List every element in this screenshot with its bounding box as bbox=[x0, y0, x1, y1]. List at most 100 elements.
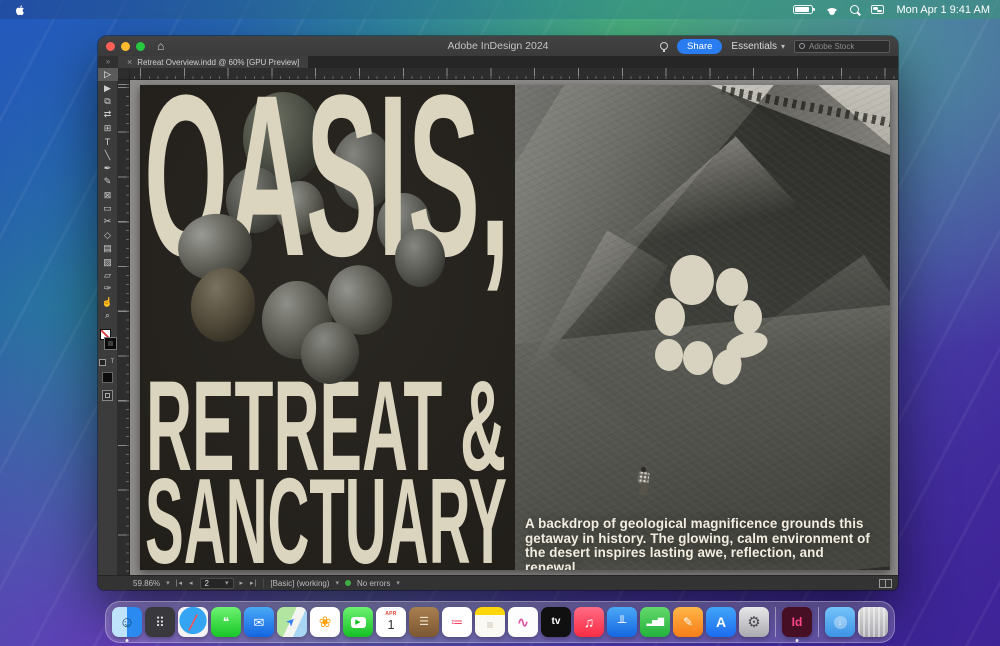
dock-keynote[interactable]: ╨ bbox=[607, 607, 637, 637]
scissors-tool[interactable]: ✂ bbox=[98, 215, 118, 228]
zoom-window-button[interactable] bbox=[136, 42, 145, 51]
dock-music[interactable]: ♫ bbox=[574, 607, 604, 637]
dock-notes[interactable]: ≡ bbox=[475, 607, 505, 637]
next-page-button[interactable]: ▸ bbox=[240, 579, 245, 587]
dock-separator[interactable] bbox=[775, 607, 776, 637]
dock-launchpad[interactable]: ⠿ bbox=[145, 607, 175, 637]
stroke-swatch[interactable] bbox=[105, 338, 116, 349]
zoom-tool[interactable]: ⌕ bbox=[98, 309, 118, 322]
battery-icon[interactable] bbox=[793, 5, 813, 14]
home-icon[interactable]: ⌂ bbox=[157, 40, 164, 52]
dock-appstore[interactable]: A bbox=[706, 607, 736, 637]
preflight-errors-label[interactable]: No errors bbox=[357, 579, 390, 588]
dock-separator[interactable] bbox=[818, 607, 819, 637]
errors-chevron-icon[interactable]: ▾ bbox=[396, 579, 400, 587]
gap-tool[interactable]: ⇄ bbox=[98, 108, 118, 121]
close-tab-icon[interactable]: × bbox=[127, 57, 132, 67]
tab-overflow-icon[interactable]: » bbox=[98, 56, 118, 68]
vertical-ruler[interactable] bbox=[118, 80, 130, 575]
logo-pebble-dot bbox=[655, 298, 685, 336]
gradient-swatch-tool[interactable]: ▤ bbox=[98, 242, 118, 255]
close-window-button[interactable] bbox=[106, 42, 115, 51]
document-canvas[interactable]: OASIS, RETREAT & SANCTUARY bbox=[130, 80, 898, 575]
apple-menu-icon[interactable] bbox=[14, 4, 26, 16]
dock-mail[interactable]: ✉ bbox=[244, 607, 274, 637]
window-titlebar[interactable]: ⌂ Adobe InDesign 2024 Share Essentials ▾… bbox=[98, 36, 898, 56]
direct-selection-tool[interactable]: ▶ bbox=[98, 81, 118, 94]
dock-messages[interactable]: ❝ bbox=[211, 607, 241, 637]
line-tool[interactable]: ╲ bbox=[98, 148, 118, 161]
menu-bar-clock[interactable]: Mon Apr 1 9:41 AM bbox=[896, 4, 990, 16]
selection-tool[interactable]: ▷ bbox=[98, 68, 118, 81]
format-container-icon[interactable] bbox=[99, 359, 106, 366]
dock-contacts[interactable]: ☰ bbox=[409, 607, 439, 637]
dock-indesign[interactable]: Id bbox=[782, 607, 812, 637]
dock-maps[interactable]: ➤ bbox=[277, 607, 307, 637]
zoom-chevron-icon[interactable]: ▾ bbox=[166, 579, 170, 587]
dock-appletv[interactable]: tv bbox=[541, 607, 571, 637]
dock-finder[interactable]: ☺ bbox=[112, 607, 142, 637]
logo-pebble-dot bbox=[655, 339, 683, 371]
first-page-button[interactable]: |◂ bbox=[176, 579, 183, 587]
dock-settings[interactable]: ⚙ bbox=[739, 607, 769, 637]
wifi-icon[interactable] bbox=[825, 5, 838, 15]
page-tool[interactable]: ⧉ bbox=[98, 95, 118, 108]
fill-stroke-swatches[interactable] bbox=[98, 329, 118, 353]
spread-view-icon[interactable] bbox=[879, 579, 892, 588]
screen-mode-button[interactable] bbox=[102, 390, 113, 401]
pencil-tool[interactable]: ✎ bbox=[98, 175, 118, 188]
dock-numbers[interactable]: ▂▅▇ bbox=[640, 607, 670, 637]
prev-page-button[interactable]: ◂ bbox=[189, 579, 194, 587]
page-right[interactable]: A backdrop of geological magnificence gr… bbox=[515, 85, 890, 570]
eyedropper-tool[interactable]: ✑ bbox=[98, 282, 118, 295]
pen-tool[interactable]: ✒ bbox=[98, 162, 118, 175]
dock-safari[interactable]: ╱ bbox=[178, 607, 208, 637]
dock-trash[interactable] bbox=[858, 607, 888, 637]
dock-photos[interactable]: ❀ bbox=[310, 607, 340, 637]
ruler-corner[interactable] bbox=[118, 68, 130, 80]
share-button[interactable]: Share bbox=[677, 39, 722, 54]
gradient-feather-tool[interactable]: ▨ bbox=[98, 255, 118, 268]
content-collector-tool[interactable]: ⊞ bbox=[98, 122, 118, 135]
running-indicator bbox=[796, 639, 799, 642]
hand-tool[interactable]: ☝ bbox=[98, 296, 118, 309]
headline-sanctuary: SANCTUARY bbox=[145, 453, 507, 570]
horizontal-ruler[interactable] bbox=[130, 68, 898, 80]
note-tool[interactable]: ▱ bbox=[98, 269, 118, 282]
format-text-icon[interactable]: T bbox=[109, 359, 116, 366]
workspace-label: Essentials bbox=[731, 41, 777, 52]
control-center-icon[interactable] bbox=[871, 5, 884, 14]
document-tab[interactable]: × Retreat Overview.indd @ 60% [GPU Previ… bbox=[118, 56, 308, 68]
dock-freeform[interactable]: ∿ bbox=[508, 607, 538, 637]
dock-pages[interactable]: ✎ bbox=[673, 607, 703, 637]
search-icon bbox=[799, 43, 805, 49]
type-tool[interactable]: T bbox=[98, 135, 118, 148]
stock-placeholder: Adobe Stock bbox=[809, 42, 854, 51]
adobe-stock-search[interactable]: Adobe Stock bbox=[794, 40, 890, 53]
logo-pebble-dot bbox=[670, 255, 714, 305]
rectangle-tool[interactable]: ▭ bbox=[98, 202, 118, 215]
workspace-switcher[interactable]: Essentials ▾ bbox=[731, 41, 785, 52]
minimize-window-button[interactable] bbox=[121, 42, 130, 51]
running-indicator bbox=[126, 639, 129, 642]
page-number-box[interactable]: 2 ▾ bbox=[200, 578, 234, 589]
dock-downloads[interactable]: ↓ bbox=[825, 607, 855, 637]
dock: ☺ ⠿ ╱ ❝ ✉ ➤ ❀ ▶ bbox=[105, 601, 895, 643]
lightbulb-learn-icon[interactable] bbox=[660, 42, 668, 50]
last-page-button[interactable]: ▸| bbox=[250, 579, 257, 587]
dock-facetime[interactable]: ▶ bbox=[343, 607, 373, 637]
preset-chevron-icon[interactable]: ▾ bbox=[336, 579, 340, 587]
dock-calendar[interactable]: APR 1 bbox=[376, 607, 406, 637]
frame-tool[interactable]: ⊠ bbox=[98, 189, 118, 202]
spotlight-search-icon[interactable] bbox=[850, 5, 859, 14]
menu-bar: Mon Apr 1 9:41 AM bbox=[0, 0, 1000, 19]
page-chevron-icon: ▾ bbox=[225, 579, 229, 587]
dock-reminders[interactable]: ≔ bbox=[442, 607, 472, 637]
preflight-status-icon bbox=[345, 580, 351, 586]
free-transform-tool[interactable]: ◇ bbox=[98, 229, 118, 242]
apply-color-button[interactable] bbox=[102, 372, 113, 383]
preflight-preset[interactable]: [Basic] (working) bbox=[270, 579, 329, 588]
document-tab-label: Retreat Overview.indd @ 60% [GPU Preview… bbox=[137, 58, 299, 67]
page-left[interactable]: OASIS, RETREAT & SANCTUARY bbox=[140, 85, 515, 570]
zoom-level[interactable]: 59.86% bbox=[133, 579, 160, 588]
